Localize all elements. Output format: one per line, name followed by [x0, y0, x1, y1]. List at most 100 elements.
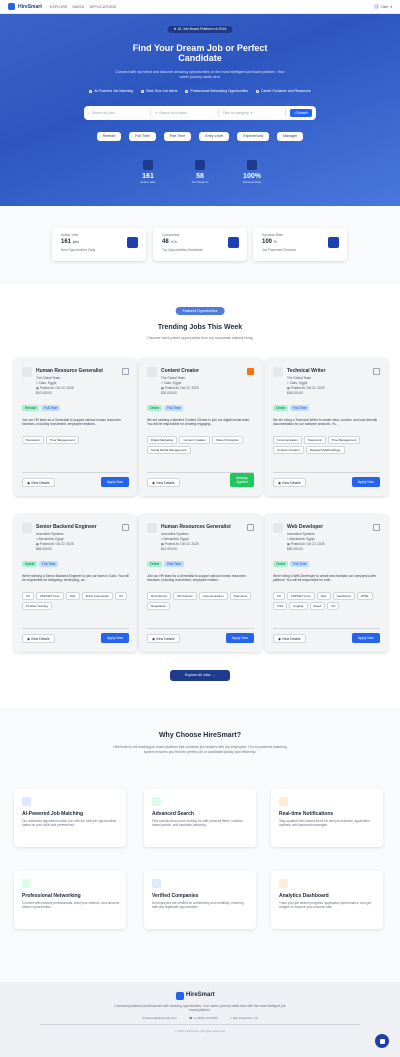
- chip-entry-level[interactable]: Entry Level: [199, 132, 230, 141]
- job-time-tag: Full-Time: [290, 561, 310, 567]
- job-salary: $10,000.00: [36, 391, 52, 395]
- job-salary: $12,000.00: [161, 547, 177, 551]
- job-description: We are seeking a talented Content Creato…: [147, 418, 251, 426]
- card-divider: [273, 627, 380, 628]
- hero-section: ★ #1 Job Board Platform of 2024 Find You…: [0, 14, 400, 206]
- search-bar: ⌕ Search for jobs... ⌖ Search by location.…: [84, 106, 316, 120]
- apply-now-button[interactable]: Apply Now: [100, 633, 129, 643]
- chip-remote[interactable]: Remote: [96, 132, 122, 141]
- bookmark-icon[interactable]: [373, 368, 380, 375]
- view-details-button[interactable]: ◉ View Details: [22, 478, 55, 487]
- brand-logo-icon[interactable]: [8, 3, 15, 10]
- search-icon: ⌕: [88, 111, 90, 115]
- view-details-button[interactable]: ◉ View Details: [273, 478, 306, 487]
- chip-part-time[interactable]: Part Time: [163, 132, 192, 141]
- hero-stat-active-jobs: 161 Active Jobs: [133, 160, 163, 184]
- job-salary: $60,000.00: [287, 547, 303, 551]
- skill-tag: Content Creation: [179, 436, 211, 444]
- bookmark-icon[interactable]: [122, 524, 129, 531]
- footer-email[interactable]: ✉ hireme@hiresmart.com: [142, 1016, 177, 1020]
- category-select[interactable]: Filter by category ▾: [223, 109, 286, 117]
- skill-tag: Problem Solving: [22, 602, 52, 610]
- job-location: ⌖ Alexandria, Egypt: [161, 537, 189, 541]
- search-button[interactable]: ⌕ Search: [289, 109, 312, 117]
- view-details-button[interactable]: ◉ View Details: [147, 478, 180, 487]
- view-details-button[interactable]: ◉ View Details: [22, 634, 55, 643]
- job-card[interactable]: Technical Writer The Global Team ⌖ Cairo, …: [265, 358, 388, 496]
- brand-name[interactable]: HireSmart: [18, 4, 42, 10]
- metric-value: 161 jobs: [61, 239, 79, 245]
- card-divider: [147, 471, 254, 472]
- why-subtitle: HireSmart is the leading job board platf…: [113, 745, 287, 754]
- skill-tag: Teamwork: [303, 436, 326, 444]
- hero-feature-label: Career Guidance and Resources: [261, 89, 311, 93]
- apply-now-button[interactable]: Apply Now: [351, 477, 380, 487]
- job-title[interactable]: Human Resources Generalist: [161, 524, 231, 530]
- job-title[interactable]: Technical Writer: [287, 368, 325, 374]
- nav-link-saved[interactable]: SAVED: [72, 5, 84, 9]
- feature-card: Verified Companies All employers are veri…: [144, 871, 256, 929]
- nav-link-applications[interactable]: APPLICATIONS: [90, 5, 117, 9]
- location-search-input[interactable]: ⌖ Search by location...: [155, 109, 219, 117]
- feature-title: Verified Companies: [152, 893, 199, 899]
- job-location-text: Alexandria, Egypt: [38, 537, 64, 541]
- job-title[interactable]: Content Creator: [161, 368, 199, 374]
- bookmark-icon[interactable]: [247, 368, 254, 375]
- top-navbar: HireSmart EXPLORE SAVED APPLICATIONS Use…: [0, 0, 400, 14]
- metric-unit: +Co: [170, 240, 177, 244]
- feature-title: AI-Powered Job Matching: [22, 811, 84, 817]
- user-menu[interactable]: User ▾: [374, 4, 392, 9]
- job-tags: Hybrid Full-Time: [22, 561, 59, 567]
- footer-contacts: ✉ hireme@hiresmart.com ☎ +1 (555) 123-45…: [0, 1016, 400, 1020]
- job-card[interactable]: Human Resources Generalist Innovative Sys…: [139, 514, 262, 652]
- stat-label: Job Seekers: [191, 180, 209, 184]
- user-avatar-icon: [374, 4, 380, 9]
- nav-link-explore[interactable]: EXPLORE: [50, 5, 67, 9]
- hero-title-line1: Find Your Dream Job or Perfect: [132, 43, 268, 53]
- job-title[interactable]: Senior Backend Engineer: [36, 524, 97, 530]
- chip-manager[interactable]: Manager: [277, 132, 304, 141]
- metric-label: Success Rate: [262, 233, 283, 237]
- featured-pill: Featured Opportunities: [175, 307, 225, 315]
- explore-all-jobs-button[interactable]: Explore All Jobs →: [170, 670, 230, 681]
- apply-now-button[interactable]: Apply Now: [351, 633, 380, 643]
- skill-tag: Content Creation: [273, 446, 304, 454]
- chip-full-time[interactable]: Full Time: [129, 132, 156, 141]
- bookmark-icon[interactable]: [247, 524, 254, 531]
- feature-title: Professional Networking: [22, 893, 81, 899]
- metric-desc: Top Opportunities Worldwide: [162, 248, 203, 252]
- skill-tag: Social Media Management: [147, 446, 191, 454]
- view-details-label: View Details: [281, 481, 301, 485]
- footer-address: ⌖ San Francisco, CA: [230, 1016, 258, 1020]
- footer-logo-icon: [176, 992, 184, 1000]
- job-card[interactable]: Human Resource Generalist The Global Team…: [14, 358, 137, 496]
- job-search-input[interactable]: ⌕ Search for jobs...: [88, 109, 152, 117]
- job-title[interactable]: Human Resource Generalist: [36, 368, 103, 374]
- skill-tag: Research Methodology: [305, 446, 345, 454]
- job-card[interactable]: Senior Backend Engineer Innovative System…: [14, 514, 137, 652]
- apply-now-button[interactable]: Apply Now: [225, 633, 254, 643]
- job-location-text: Cairo, Egypt: [163, 381, 182, 385]
- hero-feature: Real-Time Job Alerts: [141, 89, 177, 93]
- view-details-button[interactable]: ◉ View Details: [147, 634, 180, 643]
- job-card[interactable]: Content Creator The Global Team ⌖ Cairo, E…: [139, 358, 262, 496]
- user-name: User: [381, 4, 389, 9]
- stat-value: 58: [196, 173, 204, 180]
- job-company: Innovative Systems: [36, 532, 64, 536]
- apply-now-button[interactable]: Apply Now: [100, 477, 129, 487]
- bookmark-icon[interactable]: [122, 368, 129, 375]
- job-title[interactable]: Web Developer: [287, 524, 323, 530]
- view-details-button[interactable]: ◉ View Details: [273, 634, 306, 643]
- job-company: The Global Team: [287, 376, 312, 380]
- metric-label: Active Jobs: [61, 233, 79, 237]
- chip-experienced[interactable]: Experienced: [237, 132, 270, 141]
- job-skills: Digital Marketing Content Creation Video P…: [147, 436, 257, 454]
- footer-phone[interactable]: ☎ +1 (555) 123-4567: [189, 1016, 218, 1020]
- feature-card: Real-time Notifications Stay updated with…: [271, 789, 383, 847]
- job-posted: ▦ Posted At: Oct 22, 2025: [287, 542, 325, 546]
- bookmark-icon[interactable]: [373, 524, 380, 531]
- chat-fab-button[interactable]: [375, 1034, 389, 1048]
- skill-tag: ASP.NET Core: [286, 592, 315, 600]
- feature-card: Professional Networking Connect with indu…: [14, 871, 126, 929]
- job-card[interactable]: Web Developer Innovative Systems ⌖ Alexand…: [265, 514, 388, 652]
